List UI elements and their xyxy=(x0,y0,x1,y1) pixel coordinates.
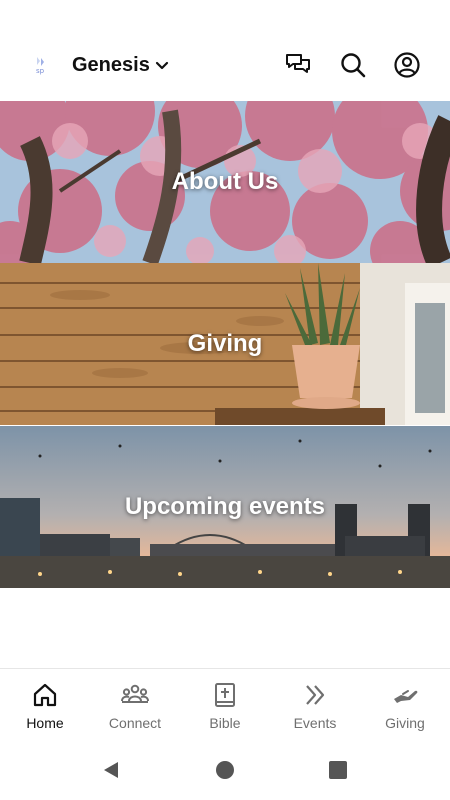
tile-title: Giving xyxy=(187,330,263,357)
upcoming-events-tile[interactable]: Upcoming events xyxy=(0,426,450,588)
app-header: sp Genesis xyxy=(0,28,450,100)
recents-square-icon[interactable] xyxy=(328,760,348,780)
home-circle-icon[interactable] xyxy=(215,760,235,780)
nav-item-giving[interactable]: Giving xyxy=(360,669,450,741)
bible-icon xyxy=(211,681,239,709)
giving-hand-icon xyxy=(391,681,419,709)
tile-title: Upcoming events xyxy=(124,493,326,520)
nav-item-connect[interactable]: Connect xyxy=(90,669,180,741)
nav-label: Connect xyxy=(108,715,162,731)
back-triangle-icon[interactable] xyxy=(101,760,121,780)
svg-text:sp: sp xyxy=(36,67,45,75)
chevron-down-icon[interactable] xyxy=(154,58,170,74)
double-chevron-icon xyxy=(301,681,329,709)
nav-item-home[interactable]: Home xyxy=(0,669,90,741)
church-name[interactable]: Genesis xyxy=(72,52,150,78)
search-icon[interactable] xyxy=(339,51,367,79)
chat-icon[interactable] xyxy=(284,51,312,79)
giving-tile[interactable]: Giving xyxy=(0,263,450,425)
bottom-navigation: Home Connect Bible Events Giving xyxy=(0,668,450,740)
home-icon xyxy=(31,681,59,709)
nav-label: Home xyxy=(26,715,64,731)
account-icon[interactable] xyxy=(393,51,421,79)
church-logo-icon: sp xyxy=(31,55,51,75)
system-navigation-bar xyxy=(0,740,450,800)
nav-label: Bible xyxy=(209,715,241,731)
nav-item-bible[interactable]: Bible xyxy=(180,669,270,741)
nav-label: Giving xyxy=(385,715,425,731)
about-us-tile[interactable]: About Us xyxy=(0,101,450,263)
tile-title: About Us xyxy=(171,168,279,195)
group-icon xyxy=(121,681,149,709)
nav-label: Events xyxy=(293,715,337,731)
nav-item-events[interactable]: Events xyxy=(270,669,360,741)
